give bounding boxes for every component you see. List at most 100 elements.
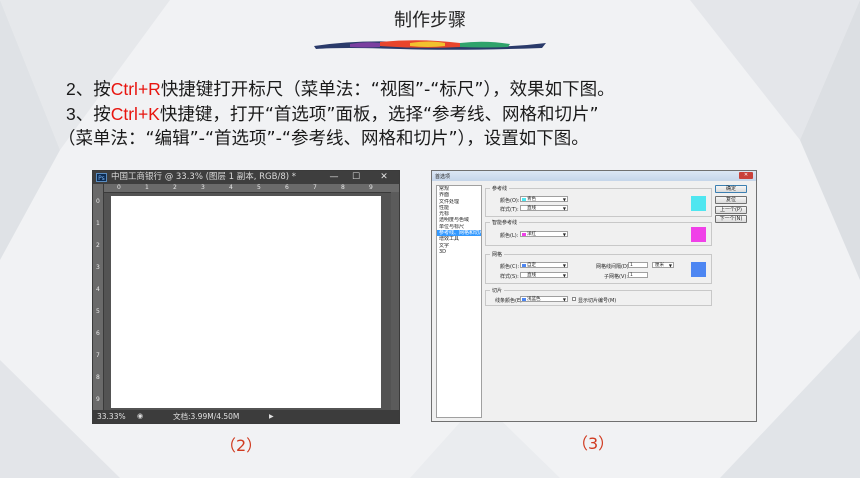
doc-size-info: 文档:3.99M/4.50M bbox=[173, 412, 240, 421]
horizontal-ruler[interactable]: 0 1 2 3 4 5 6 7 8 9 bbox=[103, 184, 399, 193]
preferences-dialog: 首选项 ✕ 常规 界面 文件处理 性能 光标 透明度与色域 单位与标尺 参考线、… bbox=[431, 170, 757, 422]
ruler-tick-label: 6 bbox=[285, 184, 289, 191]
vertical-scrollbar[interactable] bbox=[391, 192, 399, 410]
color-chip bbox=[522, 264, 526, 267]
chevron-down-icon: ▼ bbox=[668, 263, 672, 268]
ruler-tick-label: 4 bbox=[96, 286, 100, 293]
ruler-tick-label: 5 bbox=[257, 184, 261, 191]
smart-guides-color-select[interactable]: 洋红 ▼ bbox=[520, 231, 568, 237]
dialog-titlebar[interactable]: 首选项 ✕ bbox=[432, 171, 756, 181]
subdivisions-input[interactable]: 1 bbox=[628, 272, 648, 278]
prev-button[interactable]: 上一个(P) bbox=[715, 206, 747, 214]
smart-guides-color-value: 洋红 bbox=[527, 232, 536, 237]
gridline-unit-value: 厘米 bbox=[655, 263, 664, 268]
step2-rest: 快捷键打开标尺（菜单法：“视图”-“标尺”），效果如下图。 bbox=[160, 80, 615, 100]
guides-group: 参考线 颜色(O): 青色 ▼ 样式(T): 直线 ▼ bbox=[485, 185, 712, 217]
grid-style-select[interactable]: 直线 ▼ bbox=[520, 272, 568, 278]
grid-style-value: 直线 bbox=[527, 273, 536, 278]
ruler-tick-label: 2 bbox=[96, 242, 100, 249]
gridline-unit-select[interactable]: 厘米 ▼ bbox=[652, 262, 674, 268]
grid-color-swatch[interactable] bbox=[691, 262, 706, 277]
caption-figure-2: （2） bbox=[220, 436, 263, 455]
dialog-title: 首选项 bbox=[435, 174, 451, 180]
smart-guides-color-swatch[interactable] bbox=[691, 227, 706, 242]
ruler-tick-label: 2 bbox=[173, 184, 177, 191]
show-slice-numbers-checkbox[interactable] bbox=[572, 297, 576, 301]
ruler-tick-label: 7 bbox=[96, 352, 100, 359]
slices-group: 切片 线条颜色(E): 浅蓝色 ▼ 显示切片编号(M) bbox=[485, 287, 712, 306]
zoom-level[interactable]: 33.33% bbox=[97, 410, 126, 423]
gridline-every-label: 网格线间隔(D): bbox=[596, 264, 631, 270]
ps-document-title: 中国工商银行 @ 33.3% (图层 1 副本, RGB/8) * bbox=[111, 172, 297, 182]
guides-style-value: 直线 bbox=[527, 206, 536, 211]
chevron-down-icon: ▼ bbox=[562, 232, 566, 237]
guides-style-label: 样式(T): bbox=[500, 207, 519, 213]
grid-group-title: 网格 bbox=[490, 251, 505, 258]
guides-style-select[interactable]: 直线 ▼ bbox=[520, 205, 568, 211]
dialog-close-button[interactable]: ✕ bbox=[739, 172, 753, 179]
chevron-down-icon: ▼ bbox=[562, 273, 566, 278]
chevron-down-icon: ▼ bbox=[562, 263, 566, 268]
vertical-ruler[interactable]: 0 1 2 3 4 5 6 7 8 9 bbox=[93, 184, 104, 410]
guides-color-select[interactable]: 青色 ▼ bbox=[520, 196, 568, 202]
grid-color-label: 颜色(C): bbox=[500, 264, 520, 270]
show-slice-numbers-label: 显示切片编号(M) bbox=[578, 298, 617, 304]
guides-group-title: 参考线 bbox=[490, 185, 510, 192]
info-icon[interactable]: ◉ bbox=[137, 410, 143, 423]
ruler-tick-label: 1 bbox=[96, 220, 100, 227]
ruler-tick-label: 0 bbox=[117, 184, 121, 191]
smart-guides-group-title: 智能参考线 bbox=[490, 219, 520, 226]
ruler-tick-label: 0 bbox=[96, 198, 100, 205]
guides-color-swatch[interactable] bbox=[691, 196, 706, 211]
ruler-tick-label: 9 bbox=[96, 396, 100, 403]
color-chip bbox=[522, 233, 526, 236]
preferences-category-list: 常规 界面 文件处理 性能 光标 透明度与色域 单位与标尺 参考线、网格和切片 … bbox=[436, 185, 482, 418]
ruler-tick-label: 5 bbox=[96, 308, 100, 315]
guides-color-label: 颜色(O): bbox=[500, 198, 520, 204]
smart-guides-color-label: 颜色(L): bbox=[500, 233, 519, 239]
caption-figure-3: （3） bbox=[572, 434, 615, 453]
ps-titlebar[interactable]: Ps 中国工商银行 @ 33.3% (图层 1 副本, RGB/8) * — ☐… bbox=[93, 171, 399, 184]
ps-status-bar: 33.33% ◉ 文档:3.99M/4.50M ▶ bbox=[93, 410, 399, 423]
photoshop-document-window: Ps 中国工商银行 @ 33.3% (图层 1 副本, RGB/8) * — ☐… bbox=[92, 170, 400, 424]
step3-rest: 快捷键，打开“首选项”面板，选择“参考线、网格和切片” bbox=[159, 105, 599, 125]
slide-title: 制作步骤 bbox=[394, 10, 466, 31]
ok-button[interactable]: 确定 bbox=[715, 185, 747, 193]
gridline-every-input[interactable]: 1 bbox=[628, 262, 648, 268]
color-chip bbox=[522, 298, 526, 301]
ruler-tick-label: 1 bbox=[145, 184, 149, 191]
brush-stroke-decoration bbox=[314, 40, 546, 50]
step2-text: 2、按Ctrl+R快捷键打开标尺（菜单法：“视图”-“标尺”），效果如下图。 bbox=[66, 78, 615, 101]
status-menu-arrow-icon[interactable]: ▶ bbox=[269, 410, 274, 423]
chevron-down-icon: ▼ bbox=[562, 297, 566, 302]
ruler-tick-label: 7 bbox=[313, 184, 317, 191]
step2-prefix: 2、按 bbox=[66, 79, 111, 99]
step3-shortcut: Ctrl+K bbox=[110, 104, 160, 124]
subdivisions-label: 子网格(V): bbox=[604, 274, 629, 280]
reset-button[interactable]: 复位 bbox=[715, 196, 747, 204]
minimize-button[interactable]: — bbox=[325, 171, 343, 184]
slices-color-value: 浅蓝色 bbox=[527, 297, 541, 302]
category-item[interactable]: 3D bbox=[437, 249, 481, 255]
color-chip bbox=[522, 198, 526, 201]
chevron-down-icon: ▼ bbox=[562, 206, 566, 211]
ruler-tick-label: 8 bbox=[96, 374, 100, 381]
grid-style-label: 样式(S): bbox=[500, 274, 519, 280]
step3-line2: （菜单法：“编辑”-“首选项”-“参考线、网格和切片”），设置如下图。 bbox=[58, 129, 589, 149]
ruler-tick-label: 9 bbox=[369, 184, 373, 191]
ruler-tick-label: 4 bbox=[229, 184, 233, 191]
guides-color-value: 青色 bbox=[527, 197, 536, 202]
grid-color-select[interactable]: 自定 ▼ bbox=[520, 262, 568, 268]
smart-guides-group: 智能参考线 颜色(L): 洋红 ▼ bbox=[485, 219, 712, 246]
ruler-tick-label: 3 bbox=[96, 264, 100, 271]
chevron-down-icon: ▼ bbox=[562, 197, 566, 202]
photoshop-logo-icon: Ps bbox=[96, 173, 107, 182]
close-button[interactable]: ✕ bbox=[375, 171, 393, 184]
document-canvas[interactable] bbox=[111, 196, 381, 408]
maximize-button[interactable]: ☐ bbox=[347, 171, 365, 184]
grid-group: 网格 颜色(C): 自定 ▼ 样式(S): 直线 ▼ 网格线间隔(D): 1 厘… bbox=[485, 251, 712, 284]
ruler-tick-label: 6 bbox=[96, 330, 100, 337]
step3-prefix: 3、按 bbox=[66, 104, 111, 124]
slices-color-select[interactable]: 浅蓝色 ▼ bbox=[520, 296, 568, 302]
next-button[interactable]: 下一个(N) bbox=[715, 215, 747, 223]
